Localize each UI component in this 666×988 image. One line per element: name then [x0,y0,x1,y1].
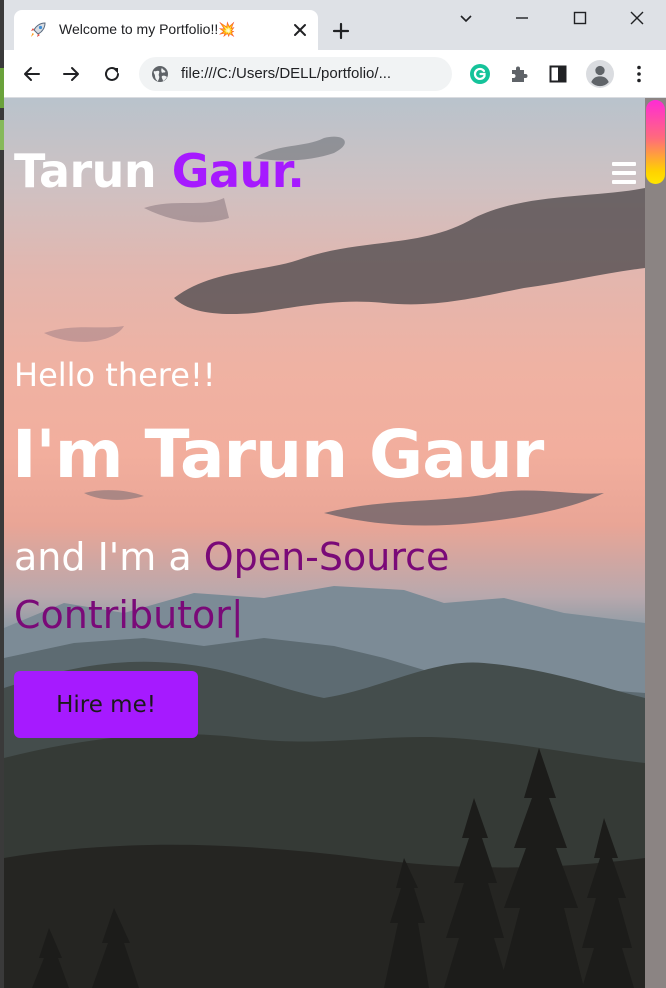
role-prefix: and I'm a [14,535,204,579]
logo-first-name: Tarun [14,144,172,198]
forward-icon[interactable] [59,62,83,86]
browser-window: Welcome to my Portfolio!!💥 file:///C:/Us… [0,0,666,988]
hero-role: and I'm a Open-Source Contributor| [14,528,554,644]
site-logo[interactable]: Tarun Gaur. [14,144,305,198]
scrollbar-thumb[interactable] [646,100,665,184]
page-scrollbar[interactable] [645,98,666,988]
kebab-menu-icon[interactable] [627,62,651,86]
hero-name: I'm Tarun Gaur [12,416,544,493]
maximize-icon[interactable] [568,6,592,30]
back-icon[interactable] [20,62,44,86]
address-bar[interactable]: file:///C:/Users/DELL/portfolio/... [139,57,452,91]
tab-strip: Welcome to my Portfolio!!💥 [4,0,666,50]
tab-search-icon[interactable] [454,6,478,30]
puzzle-extensions-icon[interactable] [507,62,531,86]
browser-toolbar: file:///C:/Users/DELL/portfolio/... [4,50,666,98]
hero-greeting: Hello there!! [14,356,216,394]
close-window-icon[interactable] [625,6,649,30]
tab-title: Welcome to my Portfolio!!💥 [59,21,236,37]
side-panel-icon[interactable] [546,62,570,86]
url-text: file:///C:/Users/DELL/portfolio/... [181,65,392,82]
globe-icon[interactable] [151,65,169,83]
hire-me-button[interactable]: Hire me! [14,671,198,738]
rocket-icon [31,22,46,37]
new-tab-icon[interactable] [329,19,353,43]
minimize-icon[interactable] [510,6,534,30]
page-viewport: Tarun Gaur. Hello there!! I'm Tarun Gaur… [4,98,645,988]
close-tab-icon[interactable] [290,20,310,40]
grammarly-icon[interactable] [468,62,492,86]
reload-icon[interactable] [100,62,124,86]
profile-avatar-icon[interactable] [586,60,614,88]
hamburger-menu-icon[interactable] [612,162,636,184]
tab-portfolio[interactable]: Welcome to my Portfolio!!💥 [14,10,318,50]
logo-last-name: Gaur. [171,144,305,198]
